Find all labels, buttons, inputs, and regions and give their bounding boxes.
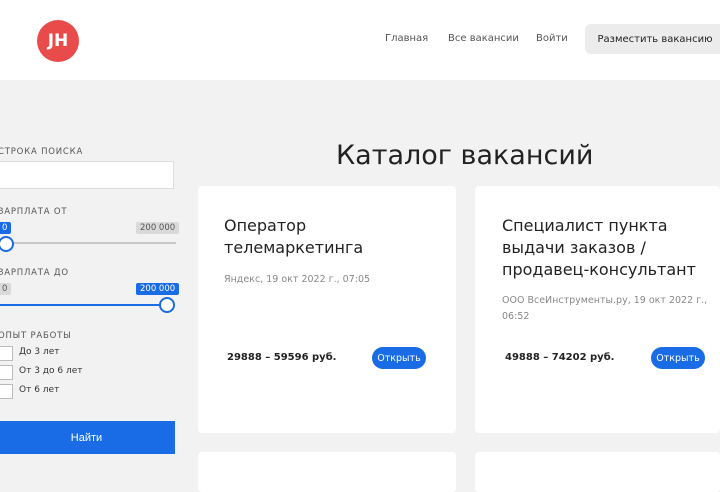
experience-label: ОПЫТ РАБОТЫ	[0, 331, 72, 341]
salary-from-max-badge: 200 000	[136, 222, 180, 234]
open-vacancy-button[interactable]: Открыть	[372, 347, 426, 369]
salary-from-track[interactable]	[0, 242, 176, 244]
vacancy-meta: ООО ВсеИнструменты.ру, 19 окт 2022 г., 0…	[502, 295, 708, 322]
nav-home-link[interactable]: Главная	[385, 33, 428, 44]
salary-to-handle[interactable]	[159, 297, 175, 313]
vacancy-meta: Яндекс, 19 окт 2022 г., 07:05	[224, 274, 371, 285]
vacancy-title[interactable]: Специалист пункта выдачи заказов / прода…	[502, 215, 702, 281]
page-title: Каталог вакансий	[336, 140, 594, 171]
nav-login-link[interactable]: Войти	[536, 33, 568, 44]
vacancy-title[interactable]: Оператор телемаркетинга	[224, 215, 394, 259]
vacancy-card-partial[interactable]	[475, 452, 720, 492]
salary-to-max-badge: 200 000	[136, 283, 180, 295]
experience-option-label: От 6 лет	[19, 385, 60, 395]
experience-checkbox-1[interactable]	[0, 346, 13, 361]
vacancy-salary: 49888 – 74202 руб.	[505, 352, 615, 363]
salary-to-min-badge: 0	[0, 283, 12, 295]
header: JH Главная Все вакансии Войти Разместить…	[0, 0, 720, 80]
vacancy-salary: 29888 – 59596 руб.	[227, 352, 337, 363]
vacancy-card[interactable]: Оператор телемаркетинга Яндекс, 19 окт 2…	[198, 186, 456, 433]
experience-option-label: От 3 до 6 лет	[19, 366, 83, 376]
find-button[interactable]: Найти	[0, 421, 175, 454]
open-vacancy-button[interactable]: Открыть	[651, 347, 705, 369]
experience-option-label: До 3 лет	[19, 347, 60, 357]
vacancy-card-partial[interactable]	[198, 452, 456, 492]
salary-from-min-badge: 0	[0, 222, 12, 234]
salary-from-label: ЗАРПЛАТА ОТ	[0, 207, 68, 217]
salary-to-label: ЗАРПЛАТА ДО	[0, 268, 69, 278]
search-input[interactable]	[0, 161, 174, 189]
salary-from-handle[interactable]	[0, 236, 14, 252]
experience-checkbox-3[interactable]	[0, 384, 13, 399]
experience-checkbox-2[interactable]	[0, 365, 13, 380]
nav-all-vacancies-link[interactable]: Все вакансии	[448, 33, 519, 44]
vacancy-card[interactable]: Специалист пункта выдачи заказов / прода…	[475, 186, 720, 433]
logo[interactable]: JH	[37, 20, 79, 62]
post-vacancy-button[interactable]: Разместить вакансию	[585, 24, 720, 54]
salary-to-track[interactable]	[0, 304, 166, 306]
search-label: СТРОКА ПОИСКА	[0, 147, 84, 157]
